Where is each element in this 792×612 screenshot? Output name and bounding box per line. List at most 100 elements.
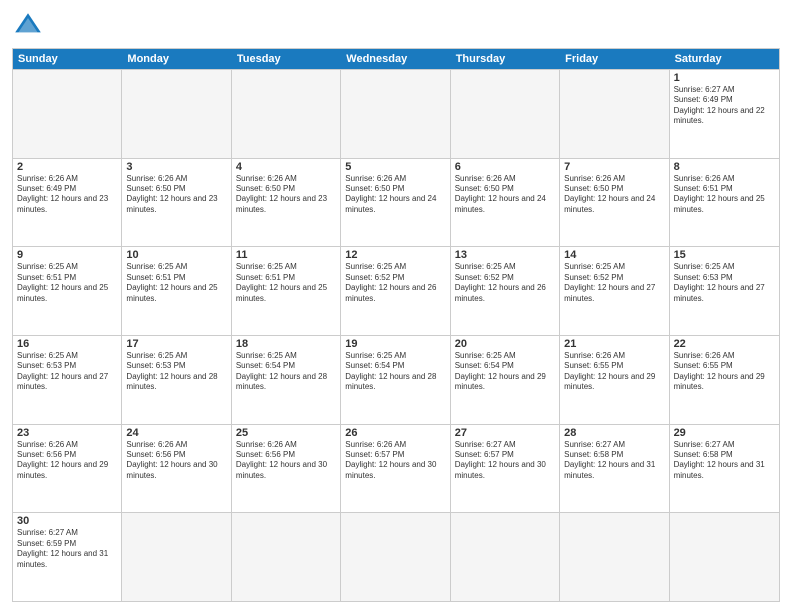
day-number: 22	[674, 338, 775, 350]
calendar-cell	[341, 513, 450, 601]
calendar-cell: 16Sunrise: 6:25 AM Sunset: 6:53 PM Dayli…	[13, 336, 122, 424]
calendar-cell: 1Sunrise: 6:27 AM Sunset: 6:49 PM Daylig…	[670, 70, 779, 158]
calendar-cell: 18Sunrise: 6:25 AM Sunset: 6:54 PM Dayli…	[232, 336, 341, 424]
cell-sun-info: Sunrise: 6:25 AM Sunset: 6:51 PM Dayligh…	[17, 262, 117, 304]
cell-sun-info: Sunrise: 6:26 AM Sunset: 6:49 PM Dayligh…	[17, 174, 117, 216]
day-number: 25	[236, 427, 336, 439]
calendar-cell: 4Sunrise: 6:26 AM Sunset: 6:50 PM Daylig…	[232, 159, 341, 247]
calendar-cell: 7Sunrise: 6:26 AM Sunset: 6:50 PM Daylig…	[560, 159, 669, 247]
day-number: 9	[17, 249, 117, 261]
logo-icon	[12, 10, 44, 42]
cell-sun-info: Sunrise: 6:27 AM Sunset: 6:58 PM Dayligh…	[674, 440, 775, 482]
cell-sun-info: Sunrise: 6:26 AM Sunset: 6:50 PM Dayligh…	[236, 174, 336, 216]
cell-sun-info: Sunrise: 6:27 AM Sunset: 6:59 PM Dayligh…	[17, 528, 117, 570]
calendar-cell	[122, 513, 231, 601]
day-number: 13	[455, 249, 555, 261]
day-number: 11	[236, 249, 336, 261]
day-number: 5	[345, 161, 445, 173]
cell-sun-info: Sunrise: 6:26 AM Sunset: 6:56 PM Dayligh…	[236, 440, 336, 482]
calendar-cell: 25Sunrise: 6:26 AM Sunset: 6:56 PM Dayli…	[232, 425, 341, 513]
calendar-cell: 22Sunrise: 6:26 AM Sunset: 6:55 PM Dayli…	[670, 336, 779, 424]
calendar-cell	[451, 513, 560, 601]
cell-sun-info: Sunrise: 6:25 AM Sunset: 6:52 PM Dayligh…	[564, 262, 664, 304]
calendar-row: 30Sunrise: 6:27 AM Sunset: 6:59 PM Dayli…	[13, 512, 779, 601]
calendar-cell: 14Sunrise: 6:25 AM Sunset: 6:52 PM Dayli…	[560, 247, 669, 335]
cell-sun-info: Sunrise: 6:26 AM Sunset: 6:50 PM Dayligh…	[455, 174, 555, 216]
calendar-cell: 27Sunrise: 6:27 AM Sunset: 6:57 PM Dayli…	[451, 425, 560, 513]
calendar-cell: 12Sunrise: 6:25 AM Sunset: 6:52 PM Dayli…	[341, 247, 450, 335]
cell-sun-info: Sunrise: 6:25 AM Sunset: 6:54 PM Dayligh…	[455, 351, 555, 393]
page: SundayMondayTuesdayWednesdayThursdayFrid…	[0, 0, 792, 612]
cell-sun-info: Sunrise: 6:26 AM Sunset: 6:56 PM Dayligh…	[17, 440, 117, 482]
cell-sun-info: Sunrise: 6:27 AM Sunset: 6:57 PM Dayligh…	[455, 440, 555, 482]
calendar-cell	[122, 70, 231, 158]
day-number: 19	[345, 338, 445, 350]
day-number: 12	[345, 249, 445, 261]
calendar-cell: 11Sunrise: 6:25 AM Sunset: 6:51 PM Dayli…	[232, 247, 341, 335]
cell-sun-info: Sunrise: 6:26 AM Sunset: 6:51 PM Dayligh…	[674, 174, 775, 216]
day-number: 24	[126, 427, 226, 439]
calendar-cell: 26Sunrise: 6:26 AM Sunset: 6:57 PM Dayli…	[341, 425, 450, 513]
day-number: 10	[126, 249, 226, 261]
calendar-cell: 5Sunrise: 6:26 AM Sunset: 6:50 PM Daylig…	[341, 159, 450, 247]
calendar-cell	[560, 70, 669, 158]
calendar-cell: 24Sunrise: 6:26 AM Sunset: 6:56 PM Dayli…	[122, 425, 231, 513]
calendar-cell	[341, 70, 450, 158]
cell-sun-info: Sunrise: 6:25 AM Sunset: 6:52 PM Dayligh…	[455, 262, 555, 304]
cell-sun-info: Sunrise: 6:26 AM Sunset: 6:50 PM Dayligh…	[345, 174, 445, 216]
day-number: 28	[564, 427, 664, 439]
day-of-week-header: Thursday	[451, 49, 560, 69]
calendar-body: 1Sunrise: 6:27 AM Sunset: 6:49 PM Daylig…	[13, 69, 779, 601]
calendar-row: 9Sunrise: 6:25 AM Sunset: 6:51 PM Daylig…	[13, 246, 779, 335]
cell-sun-info: Sunrise: 6:26 AM Sunset: 6:50 PM Dayligh…	[564, 174, 664, 216]
cell-sun-info: Sunrise: 6:27 AM Sunset: 6:49 PM Dayligh…	[674, 85, 775, 127]
calendar-header: SundayMondayTuesdayWednesdayThursdayFrid…	[13, 49, 779, 69]
calendar-cell: 20Sunrise: 6:25 AM Sunset: 6:54 PM Dayli…	[451, 336, 560, 424]
calendar-row: 1Sunrise: 6:27 AM Sunset: 6:49 PM Daylig…	[13, 69, 779, 158]
calendar-cell: 15Sunrise: 6:25 AM Sunset: 6:53 PM Dayli…	[670, 247, 779, 335]
calendar-cell: 9Sunrise: 6:25 AM Sunset: 6:51 PM Daylig…	[13, 247, 122, 335]
day-number: 14	[564, 249, 664, 261]
calendar-cell: 28Sunrise: 6:27 AM Sunset: 6:58 PM Dayli…	[560, 425, 669, 513]
calendar-cell: 17Sunrise: 6:25 AM Sunset: 6:53 PM Dayli…	[122, 336, 231, 424]
day-number: 3	[126, 161, 226, 173]
day-number: 8	[674, 161, 775, 173]
cell-sun-info: Sunrise: 6:25 AM Sunset: 6:51 PM Dayligh…	[126, 262, 226, 304]
day-number: 7	[564, 161, 664, 173]
calendar-cell: 6Sunrise: 6:26 AM Sunset: 6:50 PM Daylig…	[451, 159, 560, 247]
calendar-row: 23Sunrise: 6:26 AM Sunset: 6:56 PM Dayli…	[13, 424, 779, 513]
day-of-week-header: Friday	[560, 49, 669, 69]
calendar-cell	[670, 513, 779, 601]
day-number: 30	[17, 515, 117, 527]
cell-sun-info: Sunrise: 6:25 AM Sunset: 6:54 PM Dayligh…	[236, 351, 336, 393]
day-number: 6	[455, 161, 555, 173]
day-of-week-header: Wednesday	[341, 49, 450, 69]
calendar-cell: 19Sunrise: 6:25 AM Sunset: 6:54 PM Dayli…	[341, 336, 450, 424]
calendar-cell	[560, 513, 669, 601]
day-number: 1	[674, 72, 775, 84]
day-of-week-header: Saturday	[670, 49, 779, 69]
calendar-cell: 2Sunrise: 6:26 AM Sunset: 6:49 PM Daylig…	[13, 159, 122, 247]
cell-sun-info: Sunrise: 6:25 AM Sunset: 6:53 PM Dayligh…	[17, 351, 117, 393]
day-number: 4	[236, 161, 336, 173]
calendar-cell: 21Sunrise: 6:26 AM Sunset: 6:55 PM Dayli…	[560, 336, 669, 424]
header	[12, 10, 780, 42]
calendar-cell	[13, 70, 122, 158]
day-number: 18	[236, 338, 336, 350]
calendar-cell: 30Sunrise: 6:27 AM Sunset: 6:59 PM Dayli…	[13, 513, 122, 601]
calendar-cell: 8Sunrise: 6:26 AM Sunset: 6:51 PM Daylig…	[670, 159, 779, 247]
calendar-cell: 29Sunrise: 6:27 AM Sunset: 6:58 PM Dayli…	[670, 425, 779, 513]
day-of-week-header: Sunday	[13, 49, 122, 69]
day-number: 2	[17, 161, 117, 173]
day-number: 21	[564, 338, 664, 350]
logo	[12, 10, 48, 42]
day-number: 20	[455, 338, 555, 350]
cell-sun-info: Sunrise: 6:25 AM Sunset: 6:51 PM Dayligh…	[236, 262, 336, 304]
calendar-cell: 13Sunrise: 6:25 AM Sunset: 6:52 PM Dayli…	[451, 247, 560, 335]
calendar-cell	[232, 70, 341, 158]
calendar-row: 16Sunrise: 6:25 AM Sunset: 6:53 PM Dayli…	[13, 335, 779, 424]
day-of-week-header: Tuesday	[232, 49, 341, 69]
day-number: 17	[126, 338, 226, 350]
day-number: 23	[17, 427, 117, 439]
cell-sun-info: Sunrise: 6:26 AM Sunset: 6:50 PM Dayligh…	[126, 174, 226, 216]
